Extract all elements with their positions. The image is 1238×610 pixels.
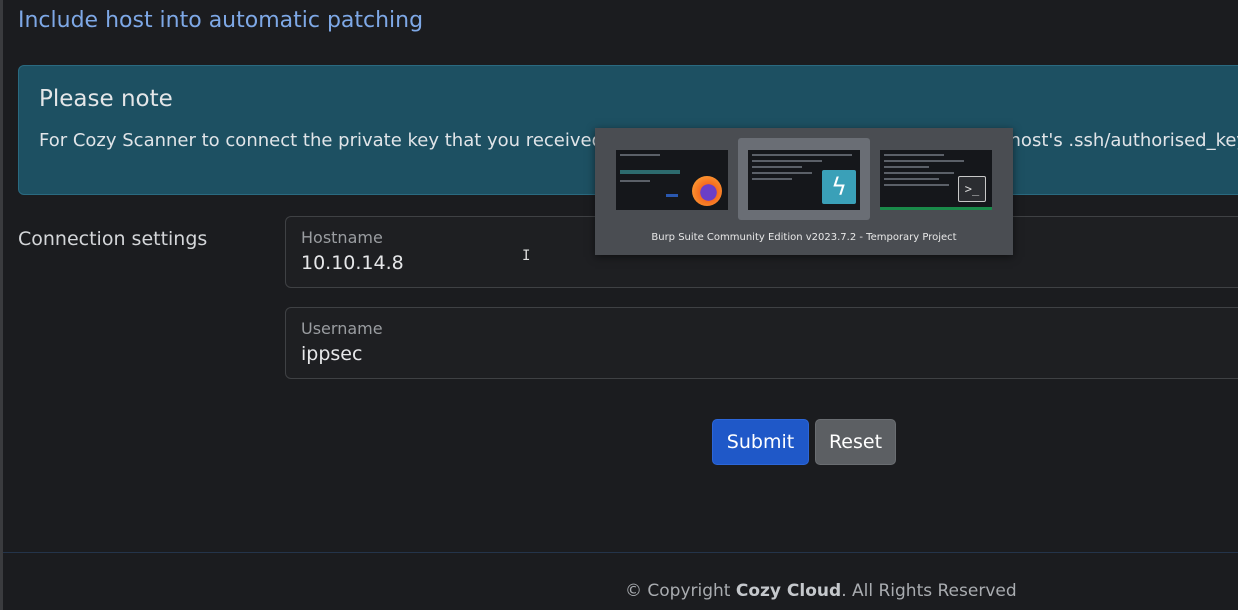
page: Include host into automatic patching Ple… [0, 0, 1238, 610]
preview-line [752, 178, 792, 180]
preview-line [884, 154, 944, 156]
username-input[interactable]: ippsec [301, 343, 362, 365]
preview-line [620, 170, 680, 174]
preview-line [620, 180, 650, 182]
preview-line [752, 166, 802, 168]
preview-line [884, 160, 964, 162]
reset-button[interactable]: Reset [815, 419, 896, 465]
footer-suffix: . All Rights Reserved [841, 581, 1017, 601]
preview-line [752, 172, 812, 174]
terminal-icon: >_ [958, 176, 986, 202]
preview-line [884, 166, 929, 168]
window-switcher-caption: Burp Suite Community Edition v2023.7.2 -… [651, 232, 957, 243]
window-switcher: ϟ >_ Burp Suite Community Edition v2023.… [595, 128, 1013, 255]
note-title: Please note [39, 86, 173, 112]
window-edge [0, 0, 3, 610]
preview-line [752, 160, 822, 162]
page-title: Include host into automatic patching [18, 8, 424, 33]
window-preview: >_ [880, 150, 992, 210]
window-thumbnail-firefox[interactable] [606, 138, 738, 220]
submit-button[interactable]: Submit [712, 419, 809, 465]
preview-line [884, 172, 954, 174]
preview-line [884, 178, 939, 180]
preview-line [666, 194, 678, 197]
window-thumbnail-burp-suite[interactable]: ϟ [738, 138, 870, 220]
burp-suite-icon: ϟ [822, 170, 856, 204]
text-cursor-icon: I [522, 248, 531, 264]
footer-divider [3, 552, 1238, 553]
preview-line [752, 154, 852, 156]
footer-brand: Cozy Cloud [735, 581, 842, 601]
hostname-input[interactable]: 10.10.14.8 [301, 252, 404, 274]
preview-line [884, 184, 949, 186]
footer-prefix: © Copyright [625, 581, 736, 601]
terminal-status-bar [880, 207, 992, 210]
connection-settings-label: Connection settings [18, 228, 208, 250]
footer-copyright: © Copyright Cozy Cloud. All Rights Reser… [625, 581, 1017, 601]
window-preview: ϟ [748, 150, 860, 210]
preview-line [620, 154, 660, 156]
firefox-icon [692, 176, 722, 206]
window-thumbnail-terminal[interactable]: >_ [870, 138, 1002, 220]
username-field[interactable]: Username ippsec [285, 307, 1238, 379]
hostname-label: Hostname [301, 228, 383, 247]
username-label: Username [301, 319, 383, 338]
window-preview [616, 150, 728, 210]
